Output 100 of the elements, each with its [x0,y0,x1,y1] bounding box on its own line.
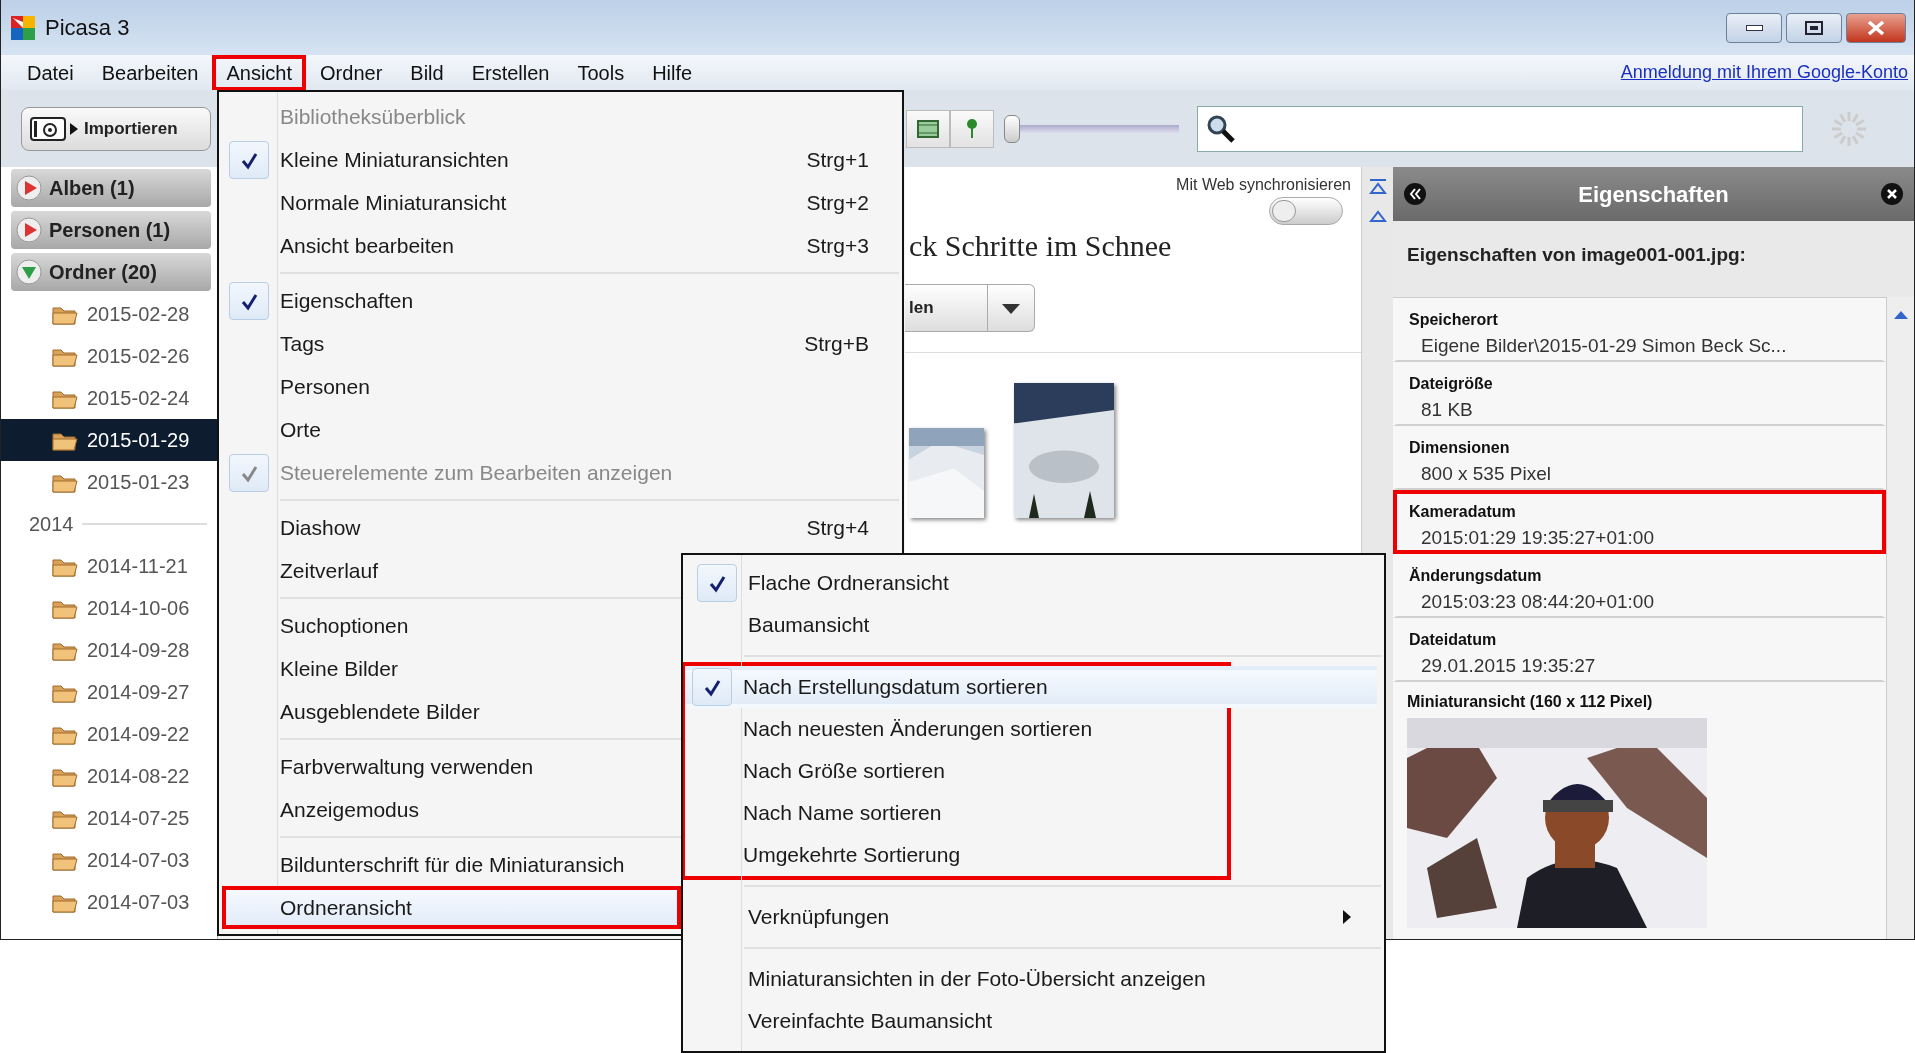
collapse-icon[interactable] [15,258,43,286]
filmstrip-icon [916,118,940,139]
menu-item[interactable]: Miniaturansichten in der Foto-Übersicht anzeigen [690,958,1377,1000]
shortcut-label: Strg+2 [806,189,869,216]
folder-item[interactable]: 2014-09-27 [1,671,217,713]
account-link[interactable]: Anmeldung mit Ihrem Google-Konto [1620,59,1908,86]
folder-item[interactable]: 2014-11-21 [1,545,217,587]
menu-item[interactable]: Anzeigemodus [222,788,681,831]
folder-item[interactable]: 2015-01-23 [1,461,217,503]
folder-item[interactable]: 2014-07-03 [1,881,217,923]
slider-thumb[interactable] [1004,114,1020,143]
camera-icon [30,114,78,143]
shortcut-label: Strg+3 [806,232,869,259]
menu-item[interactable]: Flache Ordneransicht [690,562,1377,604]
expand-icon[interactable] [15,216,43,244]
folder-item[interactable]: 2015-01-29 [1,419,217,461]
folder-item[interactable]: 2014-09-22 [1,713,217,755]
menu-item[interactable]: Nach Name sortieren [685,792,1377,834]
menu-item[interactable]: Normale Miniaturansicht Strg+2 [222,181,899,224]
menu-item[interactable]: Bildunterschrift für die Miniaturansich [222,843,681,886]
thumbnail-label: Miniaturansicht (160 x 112 Pixel) [1406,692,1654,712]
menu-item[interactable]: Kleine Bilder [222,647,681,690]
pin-button[interactable] [950,109,994,148]
back-icon[interactable] [1403,182,1427,206]
year-label: 2014 [29,512,74,537]
property-label: Änderungsdatum [1409,566,1543,586]
menu-item[interactable]: Umgekehrte Sortierung [685,834,1377,876]
property-value: 29.01.2015 19:35:27 [1420,654,1597,678]
minimize-button[interactable] [1726,12,1782,43]
property-value: Eigene Bilder\2015-01-29 Simon Beck Sc... [1420,334,1788,358]
album-title: ck Schritte im Schnee [908,228,1173,264]
property-value: 800 x 535 Pixel [1420,462,1552,486]
section-header[interactable]: Alben (1) [11,169,211,207]
menu-item[interactable]: Bearbeiten [87,54,213,91]
property-value: 2015:03:23 08:44:20+01:00 [1420,590,1655,614]
folder-item[interactable]: 2014-08-22 [1,755,217,797]
property-label: Dateidatum [1409,630,1498,650]
menu-item[interactable]: Orte [222,408,899,451]
property-label: Dateigröße [1409,374,1494,394]
property-value: 2015:01:29 19:35:27+01:00 [1420,526,1655,550]
menu-item[interactable]: Tags Strg+B [222,322,899,365]
shortcut-label: Strg+1 [806,146,869,173]
panel-subtitle: Eigenschaften von image001-001.jpg: [1406,243,1747,267]
folder-item[interactable]: 2014-07-03 [1,839,217,881]
menu-item[interactable]: Datei [13,54,88,91]
pin-icon [964,117,980,140]
search-field[interactable] [1197,105,1803,152]
menu-item[interactable]: Kleine Miniaturansichten Strg+1 [222,138,899,181]
shortcut-label: Strg+B [804,330,869,357]
submenu-arrow-icon [1341,908,1353,926]
menu-item[interactable]: Nach neuesten Änderungen sortieren [685,708,1377,750]
maximize-button[interactable] [1786,12,1842,43]
folder-item[interactable]: 2014-09-28 [1,629,217,671]
filmstrip-button[interactable] [906,109,950,148]
shortcut-label: Strg+4 [806,514,869,541]
menu-item[interactable]: Erstellen [457,54,564,91]
menu-item[interactable]: Nach Erstellungsdatum sortieren [685,666,1377,708]
section-header[interactable]: Ordner (20) [11,253,211,291]
menu-item[interactable]: Nach Größe sortieren [685,750,1377,792]
folder-item[interactable]: 2015-02-28 [1,293,217,335]
menu-item[interactable]: Ausgeblendete Bilder [222,690,681,733]
menu-item[interactable]: Eigenschaften [222,279,899,322]
panel-title: Eigenschaften [1578,180,1729,209]
menu-item[interactable]: Personen [222,365,899,408]
menu-item[interactable]: Tools [563,54,639,91]
folder-item[interactable]: 2014-07-25 [1,797,217,839]
menu-item[interactable]: Verknüpfungen [690,896,1377,938]
property-label: Speicherort [1409,310,1499,330]
scroll-top-icon[interactable] [1367,177,1388,197]
folder-item[interactable]: 2015-02-24 [1,377,217,419]
expand-icon[interactable] [15,174,43,202]
folder-item[interactable]: 2015-02-26 [1,335,217,377]
property-label: Kameradatum [1409,502,1517,522]
menu-item[interactable]: Vereinfachte Baumansicht [690,1000,1377,1042]
search-icon [1206,113,1236,144]
split-button[interactable]: len [905,284,1035,332]
menu-item[interactable]: Bild [396,54,458,91]
menu-item[interactable]: Farbverwaltung verwenden [222,745,681,788]
menu-item[interactable]: Ordneransicht [222,886,681,929]
close-button[interactable] [1846,12,1906,43]
sync-toggle[interactable] [1269,197,1343,225]
menu-item[interactable]: Baumansicht [690,604,1377,646]
folder-item[interactable]: 2014-10-06 [1,587,217,629]
property-value: 81 KB [1420,398,1474,422]
property-label: Dimensionen [1409,438,1511,458]
menu-item[interactable]: Diashow Strg+4 [222,506,899,549]
menu-item[interactable]: Zeitverlauf [222,549,681,592]
app-icon [9,13,37,42]
maximize-icon [1805,20,1823,35]
menu-item[interactable]: Suchoptionen [222,604,681,647]
menu-item[interactable]: Hilfe [638,54,707,91]
minimize-icon [1745,24,1763,31]
close-icon [1867,20,1885,35]
section-header[interactable]: Personen (1) [11,211,211,249]
sync-label: Mit Web synchronisieren [1176,175,1351,195]
menu-item[interactable]: Ordner [306,54,397,91]
window-title: Picasa 3 [45,14,130,42]
close-icon[interactable] [1880,182,1904,206]
import-button[interactable]: Importieren [21,106,211,151]
menu-item[interactable]: Ansicht bearbeiten Strg+3 [222,224,899,267]
